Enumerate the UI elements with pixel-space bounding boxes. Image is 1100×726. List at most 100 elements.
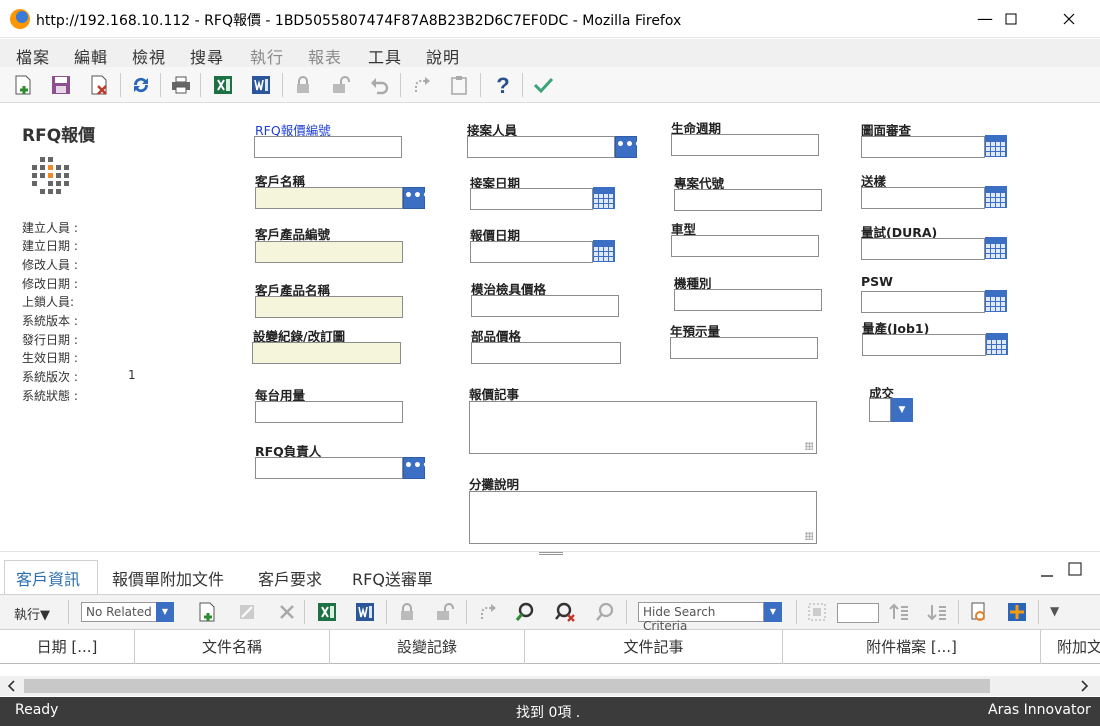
lifecycle-field[interactable] [671, 134, 819, 156]
undo-button[interactable] [366, 72, 392, 98]
trial-date-field[interactable] [861, 238, 985, 260]
customer-name-field[interactable] [255, 187, 403, 209]
scroll-right-icon[interactable] [1080, 679, 1090, 696]
move-down-button[interactable] [924, 599, 950, 625]
actions-menu[interactable]: 執行▼ [14, 604, 50, 623]
menu-help[interactable]: 說明 [426, 44, 460, 68]
export-word-button[interactable] [248, 72, 274, 98]
rfq-owner-field[interactable] [255, 457, 403, 479]
scrollbar-thumb[interactable] [24, 679, 990, 693]
find-in-page-button[interactable] [966, 599, 992, 625]
grid-horizontal-scrollbar[interactable] [0, 676, 1100, 696]
column-header-doc-note[interactable]: 文件記事 [525, 630, 783, 664]
drawing-review-calendar-icon[interactable] [985, 135, 1007, 157]
column-header-date[interactable]: 日期 [...] [0, 630, 135, 664]
resize-grip-icon[interactable] [805, 532, 813, 540]
clear-search-button[interactable] [552, 599, 578, 625]
print-button[interactable] [168, 72, 194, 98]
mass-production-date-field[interactable] [862, 334, 986, 356]
resize-grip-icon[interactable] [805, 442, 813, 450]
column-header-attach-doc[interactable]: 附加文 [1041, 630, 1100, 664]
rel-unlock-button[interactable] [432, 599, 458, 625]
maximize-button[interactable] [988, 0, 1034, 38]
ecn-field[interactable] [252, 342, 401, 364]
page-size-field[interactable] [837, 603, 879, 623]
related-option-dropdown[interactable]: ▼ [156, 602, 174, 622]
rel-export-word-button[interactable] [352, 599, 378, 625]
show-all-columns-button[interactable] [1004, 599, 1030, 625]
split-desc-textarea[interactable] [469, 491, 817, 544]
rfq-owner-lookup-button[interactable]: ••• [403, 457, 431, 479]
promote-button[interactable] [408, 72, 434, 98]
delete-relationship-button[interactable] [274, 599, 300, 625]
model-type-field[interactable] [674, 289, 822, 311]
rel-export-excel-button[interactable] [314, 599, 340, 625]
search-mode-dropdown[interactable]: ▼ [764, 602, 782, 622]
tab-quote-attachments[interactable]: 報價單附加文件 [112, 566, 224, 590]
rel-promote-button[interactable] [474, 599, 500, 625]
sample-calendar-icon[interactable] [985, 186, 1007, 208]
minimize-pane-button[interactable] [1040, 564, 1054, 581]
menu-view[interactable]: 檢視 [132, 44, 166, 68]
annual-forecast-field[interactable] [670, 337, 818, 359]
new-item-button[interactable] [10, 72, 36, 98]
car-type-field[interactable] [671, 235, 819, 257]
unlock-button[interactable] [328, 72, 354, 98]
saved-search-button[interactable] [592, 599, 618, 625]
deal-select[interactable] [869, 398, 891, 422]
tab-customer-info[interactable]: 客戶資訊 [16, 566, 80, 590]
search-mode-select[interactable]: Hide Search Criteria [638, 602, 764, 633]
move-up-button[interactable] [886, 599, 912, 625]
customer-name-lookup-button[interactable]: ••• [403, 187, 431, 209]
close-window-button[interactable] [1046, 0, 1092, 38]
menu-report[interactable]: 報表 [308, 44, 342, 68]
export-excel-button[interactable] [210, 72, 236, 98]
pick-related-button[interactable] [234, 599, 260, 625]
refresh-button[interactable] [128, 72, 154, 98]
deal-dropdown-button[interactable]: ▼ [891, 398, 913, 422]
tooling-price-field[interactable] [471, 295, 619, 317]
quote-note-textarea[interactable] [469, 401, 817, 454]
tab-rfq-review[interactable]: RFQ送審單 [352, 566, 433, 590]
part-price-field[interactable] [471, 342, 621, 364]
menu-run[interactable]: 執行 [250, 44, 284, 68]
customer-part-name-field[interactable] [255, 296, 403, 318]
trial-calendar-icon[interactable] [985, 237, 1007, 259]
save-button[interactable] [48, 72, 74, 98]
receiver-lookup-button[interactable]: ••• [615, 136, 643, 158]
scroll-left-icon[interactable] [6, 679, 16, 696]
mass-production-calendar-icon[interactable] [986, 333, 1008, 355]
maximize-pane-button[interactable] [1068, 562, 1082, 579]
rfq-number-field[interactable] [254, 136, 402, 158]
psw-date-field[interactable] [861, 291, 985, 313]
psw-calendar-icon[interactable] [985, 290, 1007, 312]
add-relationship-button[interactable] [194, 599, 220, 625]
quote-date-field[interactable] [470, 241, 593, 263]
more-options-chevron-icon[interactable]: ▼ [1050, 604, 1059, 618]
menu-tools[interactable]: 工具 [368, 44, 402, 68]
project-code-field[interactable] [674, 189, 822, 211]
drawing-review-date-field[interactable] [861, 136, 985, 158]
column-header-doc-name[interactable]: 文件名稱 [135, 630, 330, 664]
done-button[interactable] [530, 72, 556, 98]
run-search-button[interactable] [512, 599, 538, 625]
menu-search[interactable]: 搜尋 [190, 44, 224, 68]
related-option-select[interactable]: No Related [81, 602, 157, 622]
customer-part-no-field[interactable] [255, 241, 403, 263]
lock-button[interactable] [290, 72, 316, 98]
menu-file[interactable]: 檔案 [16, 44, 50, 68]
daily-usage-field[interactable] [255, 401, 403, 423]
column-header-attachment[interactable]: 附件檔案 [...] [783, 630, 1041, 664]
column-header-ecn[interactable]: 設變記錄 [330, 630, 525, 664]
receiver-field[interactable] [467, 136, 615, 158]
rel-lock-button[interactable] [394, 599, 420, 625]
splitter-grip-icon[interactable] [539, 552, 563, 555]
quote-date-calendar-icon[interactable] [593, 240, 615, 262]
receive-date-field[interactable] [470, 188, 593, 210]
pane-splitter[interactable] [0, 551, 1100, 555]
menu-edit[interactable]: 編輯 [74, 44, 108, 68]
sample-date-field[interactable] [861, 187, 985, 209]
help-button[interactable]: ? [490, 72, 516, 98]
select-all-button[interactable] [804, 599, 830, 625]
clipboard-button[interactable] [446, 72, 472, 98]
